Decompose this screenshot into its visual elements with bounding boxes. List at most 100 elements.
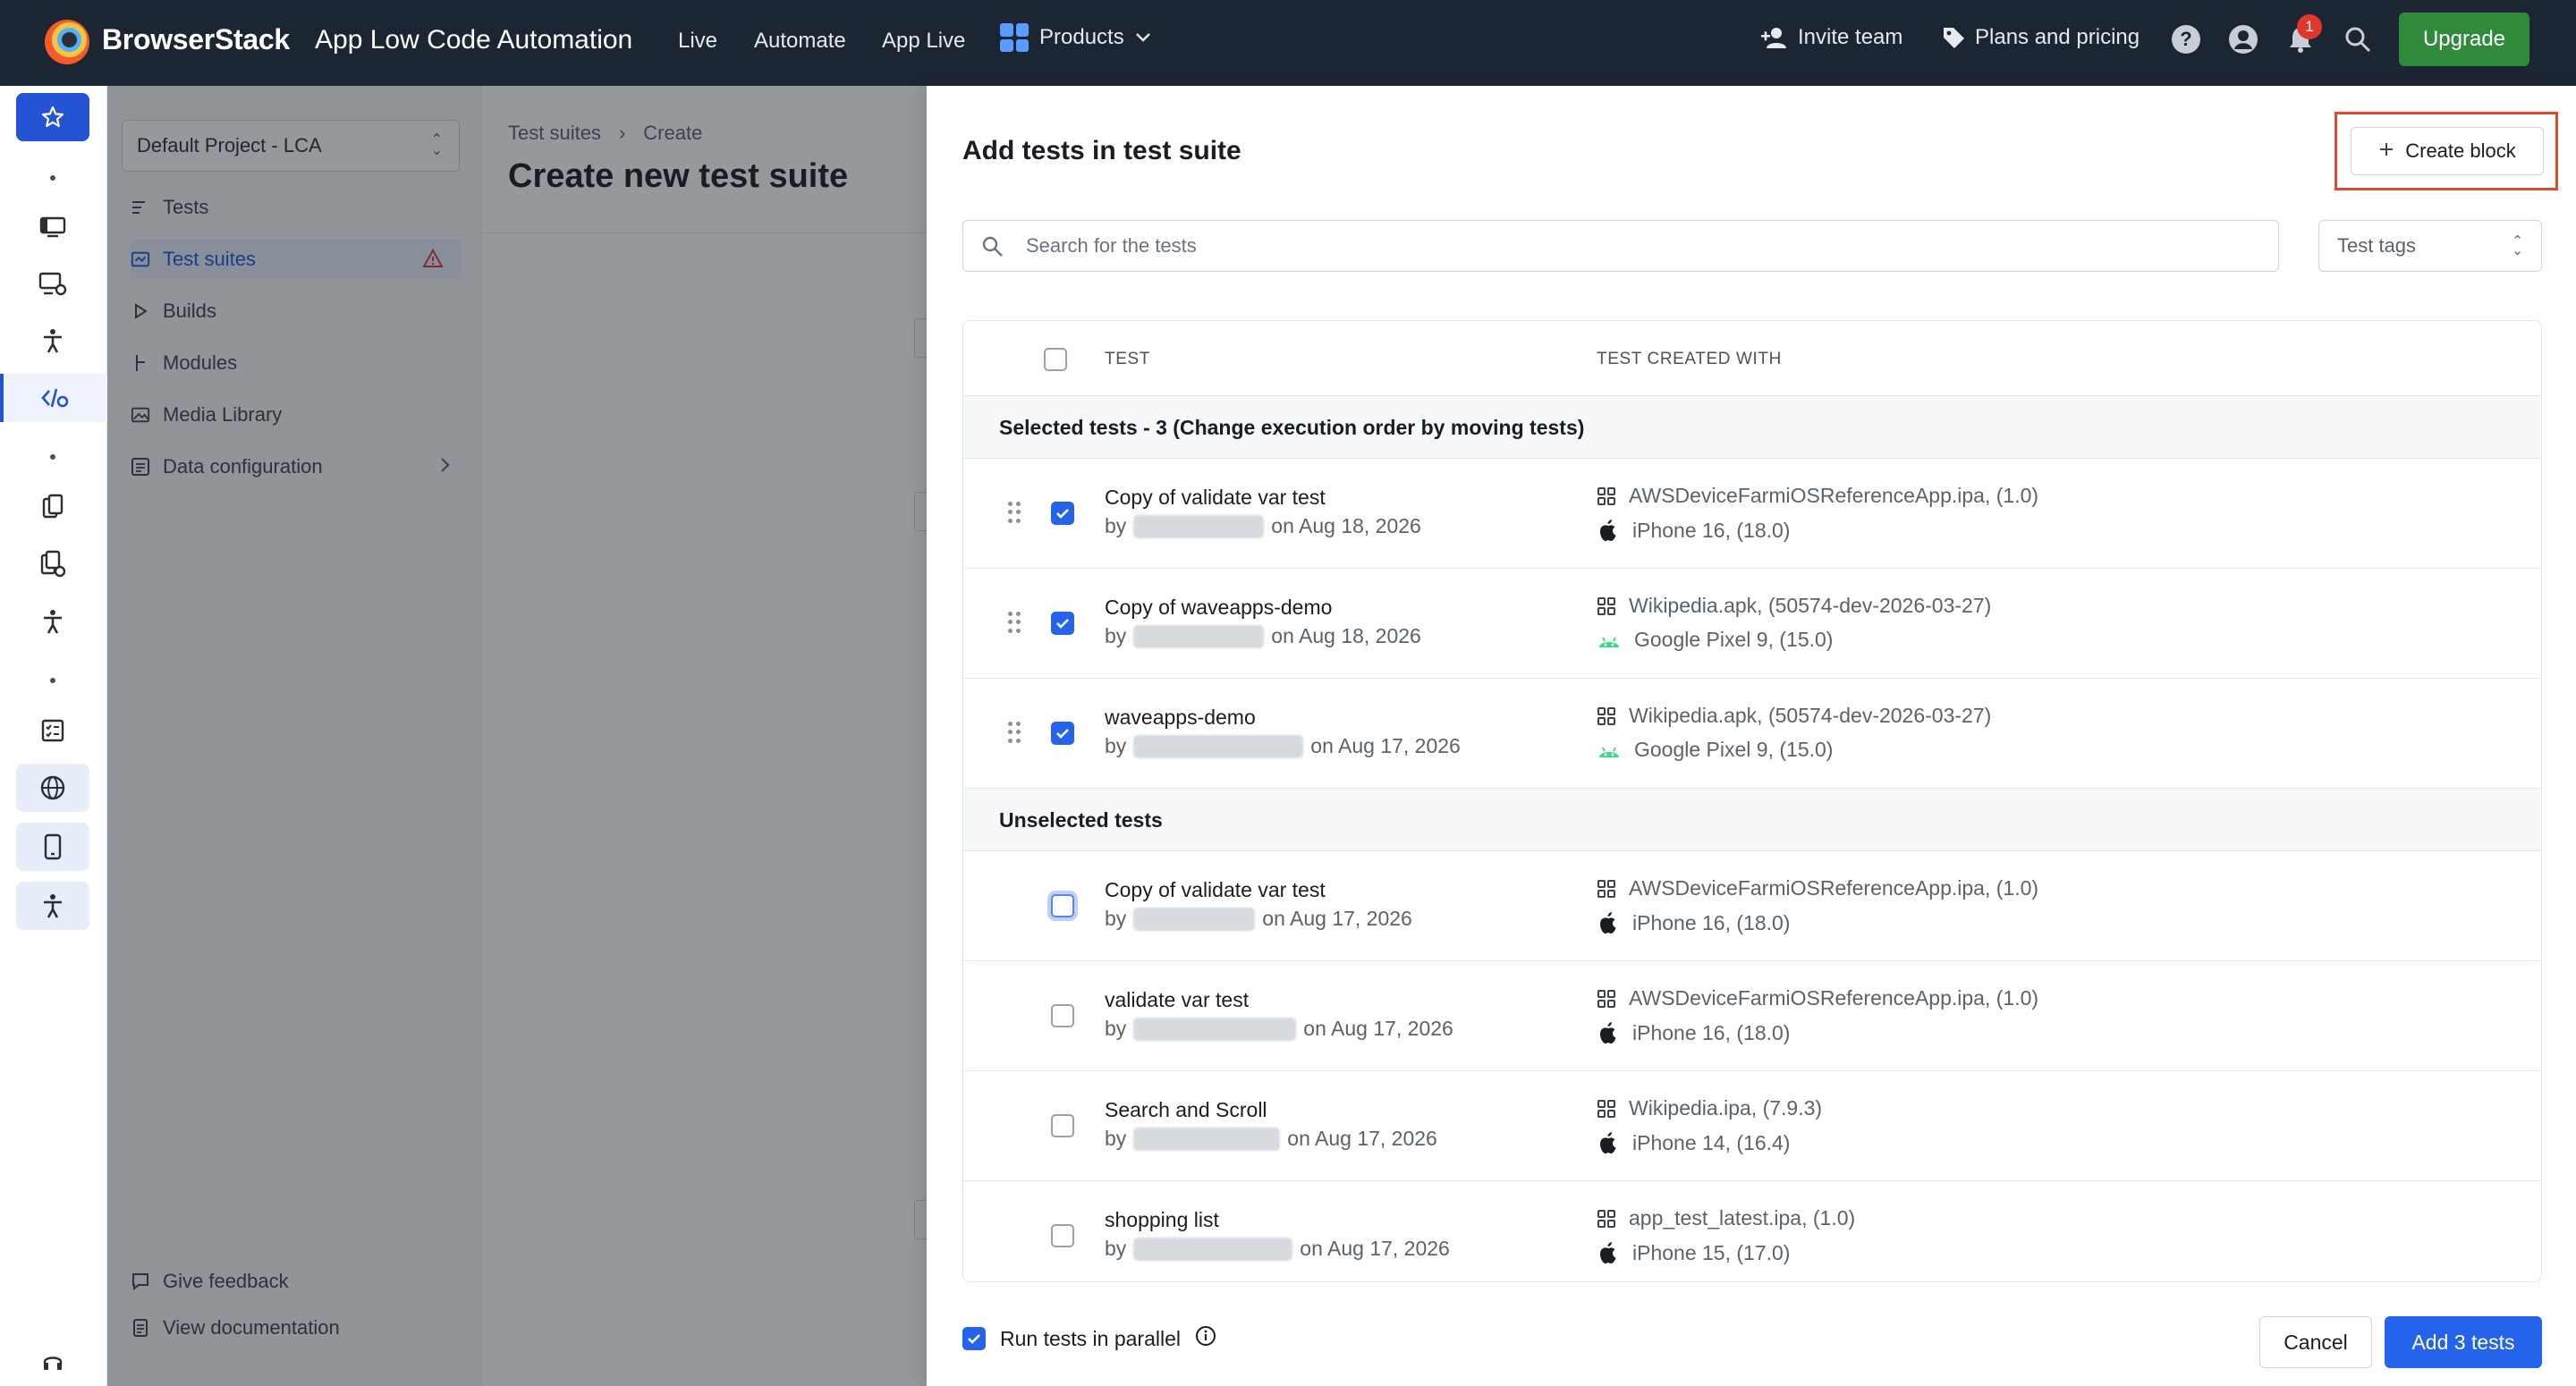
tests-table: TEST TEST CREATED WITH Selected tests - … bbox=[962, 320, 2542, 1282]
redacted-author bbox=[1133, 907, 1256, 931]
accessibility-icon[interactable] bbox=[16, 882, 89, 930]
help-icon[interactable]: ? bbox=[2170, 23, 2202, 55]
low-code-icon[interactable] bbox=[0, 374, 107, 422]
app-accessibility-icon[interactable] bbox=[16, 597, 89, 646]
drag-handle-icon[interactable] bbox=[1008, 502, 1021, 523]
plus-icon bbox=[2378, 139, 2394, 163]
headset-support-icon[interactable] bbox=[16, 1338, 89, 1386]
test-checkbox[interactable] bbox=[1051, 502, 1074, 525]
plans-pricing-link[interactable]: Plans and pricing bbox=[1941, 25, 2140, 50]
test-row[interactable]: Copy of validate var test by on Aug 18, 20… bbox=[963, 459, 2541, 569]
app-info: Wikipedia.apk, (50574-dev-2026-03-27) bbox=[1597, 594, 1991, 618]
by-label: by bbox=[1105, 1237, 1127, 1260]
search-input[interactable] bbox=[1026, 221, 2260, 271]
automate-device-icon[interactable] bbox=[16, 259, 89, 308]
by-label: by bbox=[1105, 907, 1127, 930]
product-name: App Low Code Automation bbox=[315, 25, 633, 55]
test-checkbox[interactable] bbox=[1051, 1114, 1074, 1137]
drag-handle-icon[interactable] bbox=[1008, 722, 1021, 743]
cancel-button[interactable]: Cancel bbox=[2259, 1316, 2372, 1368]
brand-name[interactable]: BrowserStack bbox=[102, 23, 290, 56]
add-tests-button[interactable]: Add 3 tests bbox=[2385, 1316, 2542, 1368]
device-info: iPhone 14, (16.4) bbox=[1597, 1130, 1790, 1155]
run-parallel-label: Run tests in parallel bbox=[1000, 1326, 1181, 1350]
nav-automate[interactable]: Automate bbox=[754, 29, 846, 54]
info-icon[interactable] bbox=[1195, 1325, 1216, 1352]
test-meta: by on Aug 17, 2026 bbox=[1105, 1017, 1453, 1041]
test-name[interactable]: waveapps-demo bbox=[1105, 706, 1256, 730]
tag-icon bbox=[1944, 28, 1964, 48]
test-row[interactable]: validate var test by on Aug 17, 2026 AWSDev… bbox=[963, 961, 2541, 1071]
redacted-author bbox=[1133, 734, 1304, 758]
nav-app-live[interactable]: App Live bbox=[882, 29, 965, 54]
select-all-checkbox[interactable] bbox=[1044, 348, 1067, 371]
app-package-icon bbox=[1597, 989, 1615, 1008]
test-row[interactable]: Copy of validate var test by on Aug 17, 20… bbox=[963, 851, 2541, 961]
app-name: AWSDeviceFarmiOSReferenceApp.ipa, (1.0) bbox=[1629, 484, 2039, 507]
search-icon bbox=[981, 235, 1004, 263]
modal-backdrop[interactable] bbox=[107, 86, 927, 1386]
app-package-icon bbox=[1597, 706, 1615, 725]
nav-products[interactable]: Products bbox=[1000, 23, 1151, 52]
by-label: by bbox=[1105, 624, 1127, 647]
test-name[interactable]: Copy of waveapps-demo bbox=[1105, 596, 1332, 620]
upgrade-button[interactable]: Upgrade bbox=[2399, 13, 2529, 66]
live-device-icon[interactable] bbox=[16, 202, 89, 250]
column-test: TEST bbox=[1105, 350, 1150, 368]
test-row[interactable]: Copy of waveapps-demo by on Aug 18, 2026 Wi… bbox=[963, 569, 2541, 679]
add-user-icon bbox=[1761, 28, 1786, 48]
test-name[interactable]: Copy of validate var test bbox=[1105, 878, 1326, 902]
test-checkbox[interactable] bbox=[1051, 722, 1074, 745]
select-chevron-icon: ⌃ ⌄ bbox=[2512, 233, 2523, 258]
run-parallel-option[interactable]: Run tests in parallel bbox=[962, 1325, 1216, 1352]
test-meta: by on Aug 17, 2026 bbox=[1105, 907, 1412, 931]
test-row[interactable]: waveapps-demo by on Aug 17, 2026 Wikipedia.… bbox=[963, 679, 2541, 789]
test-management-checklist-icon[interactable] bbox=[16, 706, 89, 755]
browserstack-logo-icon[interactable] bbox=[45, 20, 89, 64]
products-label: Products bbox=[1039, 25, 1124, 49]
add-tests-drawer: Add tests in test suite Create block Tes… bbox=[927, 86, 2576, 1386]
invite-team-link[interactable]: Invite team bbox=[1760, 25, 1902, 50]
app-name: Wikipedia.ipa, (7.9.3) bbox=[1629, 1096, 1823, 1120]
modal-footer: Run tests in parallel Cancel Add 3 tests bbox=[927, 1295, 2576, 1386]
drag-handle-icon[interactable] bbox=[1008, 612, 1021, 633]
app-live-copy-icon[interactable] bbox=[16, 483, 89, 531]
app-package-icon bbox=[1597, 486, 1615, 505]
top-bar: BrowserStack App Low Code Automation Liv… bbox=[0, 0, 2576, 86]
redacted-author bbox=[1133, 1237, 1293, 1261]
test-name[interactable]: shopping list bbox=[1105, 1208, 1219, 1232]
redacted-author bbox=[1133, 1017, 1297, 1041]
test-name[interactable]: validate var test bbox=[1105, 988, 1249, 1012]
search-icon[interactable] bbox=[2342, 23, 2374, 55]
search-box[interactable] bbox=[962, 220, 2279, 272]
test-checkbox[interactable] bbox=[1051, 1004, 1074, 1027]
globe-icon[interactable] bbox=[16, 764, 89, 812]
favorites-star-icon[interactable] bbox=[16, 93, 89, 141]
app-info: AWSDeviceFarmiOSReferenceApp.ipa, (1.0) bbox=[1597, 986, 2038, 1010]
app-info: Wikipedia.apk, (50574-dev-2026-03-27) bbox=[1597, 704, 1991, 728]
test-checkbox[interactable] bbox=[1051, 612, 1074, 635]
accessibility-icon[interactable] bbox=[16, 317, 89, 365]
notification-badge: 1 bbox=[2297, 14, 2322, 39]
created-date: on Aug 17, 2026 bbox=[1310, 734, 1461, 757]
test-checkbox[interactable] bbox=[1051, 894, 1074, 917]
table-header: TEST TEST CREATED WITH bbox=[963, 321, 2541, 396]
mobile-icon[interactable] bbox=[16, 823, 89, 871]
run-parallel-checkbox[interactable] bbox=[962, 1327, 986, 1350]
test-name[interactable]: Copy of validate var test bbox=[1105, 486, 1326, 510]
test-tags-select[interactable]: Test tags ⌃ ⌄ bbox=[2318, 220, 2542, 272]
created-date: on Aug 18, 2026 bbox=[1271, 514, 1421, 537]
android-icon bbox=[1599, 637, 1619, 647]
account-icon[interactable] bbox=[2227, 23, 2259, 55]
test-name[interactable]: Search and Scroll bbox=[1105, 1098, 1267, 1122]
app-info: AWSDeviceFarmiOSReferenceApp.ipa, (1.0) bbox=[1597, 484, 2038, 508]
test-checkbox[interactable] bbox=[1051, 1224, 1074, 1247]
test-row[interactable]: Search and Scroll by on Aug 17, 2026 Wikipe… bbox=[963, 1071, 2541, 1181]
nav-live[interactable]: Live bbox=[678, 29, 717, 54]
create-block-button[interactable]: Create block bbox=[2351, 127, 2544, 175]
unselected-section-header: Unselected tests bbox=[963, 789, 2541, 851]
app-automate-icon[interactable] bbox=[16, 540, 89, 588]
app-package-icon bbox=[1597, 1209, 1615, 1228]
test-row[interactable]: shopping list by on Aug 17, 2026 app_test_l… bbox=[963, 1181, 2541, 1281]
selected-section-header: Selected tests - 3 (Change execution ord… bbox=[963, 396, 2541, 459]
